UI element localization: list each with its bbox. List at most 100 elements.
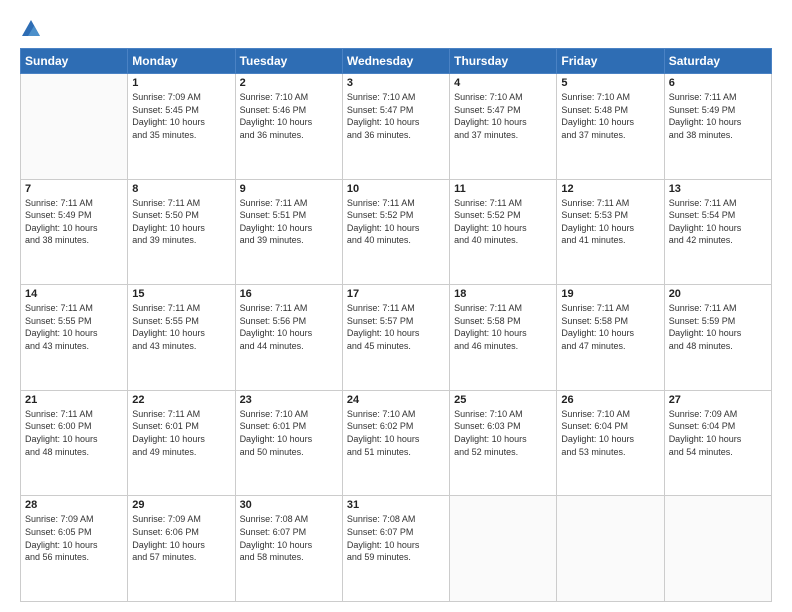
table-row: 18Sunrise: 7:11 AMSunset: 5:58 PMDayligh…: [450, 285, 557, 391]
table-row: 6 Sunrise: 7:11 AMSunset: 5:49 PMDaylight…: [664, 74, 771, 180]
day-info: Sunrise: 7:09 AMSunset: 5:45 PMDaylight:…: [132, 91, 230, 141]
table-row: [664, 496, 771, 602]
day-number: 31: [347, 499, 445, 511]
table-row: 10Sunrise: 7:11 AMSunset: 5:52 PMDayligh…: [342, 179, 449, 285]
day-info: Sunrise: 7:09 AMSunset: 6:04 PMDaylight:…: [669, 408, 767, 458]
day-number: 29: [132, 499, 230, 511]
table-row: 26 Sunrise: 7:10 AMSunset: 6:04 PMDayligh…: [557, 390, 664, 496]
calendar-table: Sunday Monday Tuesday Wednesday Thursday…: [20, 48, 772, 602]
col-wednesday: Wednesday: [342, 49, 449, 74]
table-row: 13Sunrise: 7:11 AMSunset: 5:54 PMDayligh…: [664, 179, 771, 285]
day-number: 3: [347, 77, 445, 89]
day-number: 8: [132, 183, 230, 195]
table-row: 7 Sunrise: 7:11 AMSunset: 5:49 PMDaylight…: [21, 179, 128, 285]
day-number: 17: [347, 288, 445, 300]
day-number: 24: [347, 394, 445, 406]
day-info: Sunrise: 7:11 AMSunset: 5:59 PMDaylight:…: [669, 302, 767, 352]
day-number: 12: [561, 183, 659, 195]
table-row: 22Sunrise: 7:11 AMSunset: 6:01 PMDayligh…: [128, 390, 235, 496]
table-row: 21 Sunrise: 7:11 AMSunset: 6:00 PMDayligh…: [21, 390, 128, 496]
calendar-header-row: Sunday Monday Tuesday Wednesday Thursday…: [21, 49, 772, 74]
day-info: Sunrise: 7:10 AMSunset: 6:03 PMDaylight:…: [454, 408, 552, 458]
day-number: 19: [561, 288, 659, 300]
table-row: 9 Sunrise: 7:11 AMSunset: 5:51 PMDaylight…: [235, 179, 342, 285]
table-row: 8 Sunrise: 7:11 AMSunset: 5:50 PMDaylight…: [128, 179, 235, 285]
day-info: Sunrise: 7:09 AMSunset: 6:06 PMDaylight:…: [132, 513, 230, 563]
day-number: 23: [240, 394, 338, 406]
calendar-week-row: 7 Sunrise: 7:11 AMSunset: 5:49 PMDaylight…: [21, 179, 772, 285]
col-thursday: Thursday: [450, 49, 557, 74]
day-info: Sunrise: 7:10 AMSunset: 5:47 PMDaylight:…: [454, 91, 552, 141]
day-number: 21: [25, 394, 123, 406]
calendar-week-row: 21 Sunrise: 7:11 AMSunset: 6:00 PMDayligh…: [21, 390, 772, 496]
day-info: Sunrise: 7:10 AMSunset: 5:46 PMDaylight:…: [240, 91, 338, 141]
table-row: [21, 74, 128, 180]
table-row: 23Sunrise: 7:10 AMSunset: 6:01 PMDayligh…: [235, 390, 342, 496]
day-info: Sunrise: 7:11 AMSunset: 5:55 PMDaylight:…: [25, 302, 123, 352]
calendar-week-row: 14 Sunrise: 7:11 AMSunset: 5:55 PMDayligh…: [21, 285, 772, 391]
day-number: 2: [240, 77, 338, 89]
table-row: 16Sunrise: 7:11 AMSunset: 5:56 PMDayligh…: [235, 285, 342, 391]
col-saturday: Saturday: [664, 49, 771, 74]
table-row: 27 Sunrise: 7:09 AMSunset: 6:04 PMDayligh…: [664, 390, 771, 496]
table-row: 20 Sunrise: 7:11 AMSunset: 5:59 PMDayligh…: [664, 285, 771, 391]
day-info: Sunrise: 7:08 AMSunset: 6:07 PMDaylight:…: [240, 513, 338, 563]
day-info: Sunrise: 7:11 AMSunset: 5:52 PMDaylight:…: [347, 197, 445, 247]
day-number: 26: [561, 394, 659, 406]
day-info: Sunrise: 7:10 AMSunset: 6:04 PMDaylight:…: [561, 408, 659, 458]
page: Sunday Monday Tuesday Wednesday Thursday…: [0, 0, 792, 612]
day-number: 7: [25, 183, 123, 195]
table-row: 12 Sunrise: 7:11 AMSunset: 5:53 PMDayligh…: [557, 179, 664, 285]
day-number: 1: [132, 77, 230, 89]
day-info: Sunrise: 7:11 AMSunset: 5:50 PMDaylight:…: [132, 197, 230, 247]
calendar-week-row: 1 Sunrise: 7:09 AMSunset: 5:45 PMDaylight…: [21, 74, 772, 180]
day-info: Sunrise: 7:08 AMSunset: 6:07 PMDaylight:…: [347, 513, 445, 563]
table-row: 5Sunrise: 7:10 AMSunset: 5:48 PMDaylight…: [557, 74, 664, 180]
table-row: 14 Sunrise: 7:11 AMSunset: 5:55 PMDayligh…: [21, 285, 128, 391]
table-row: 19 Sunrise: 7:11 AMSunset: 5:58 PMDayligh…: [557, 285, 664, 391]
day-info: Sunrise: 7:11 AMSunset: 5:58 PMDaylight:…: [561, 302, 659, 352]
day-info: Sunrise: 7:11 AMSunset: 5:51 PMDaylight:…: [240, 197, 338, 247]
calendar-week-row: 28Sunrise: 7:09 AMSunset: 6:05 PMDayligh…: [21, 496, 772, 602]
day-info: Sunrise: 7:10 AMSunset: 5:47 PMDaylight:…: [347, 91, 445, 141]
table-row: [450, 496, 557, 602]
table-row: 2 Sunrise: 7:10 AMSunset: 5:46 PMDaylight…: [235, 74, 342, 180]
day-info: Sunrise: 7:11 AMSunset: 5:55 PMDaylight:…: [132, 302, 230, 352]
day-info: Sunrise: 7:11 AMSunset: 5:52 PMDaylight:…: [454, 197, 552, 247]
table-row: 24 Sunrise: 7:10 AMSunset: 6:02 PMDayligh…: [342, 390, 449, 496]
day-number: 20: [669, 288, 767, 300]
table-row: 30 Sunrise: 7:08 AMSunset: 6:07 PMDayligh…: [235, 496, 342, 602]
table-row: 4 Sunrise: 7:10 AMSunset: 5:47 PMDaylight…: [450, 74, 557, 180]
day-info: Sunrise: 7:11 AMSunset: 5:49 PMDaylight:…: [25, 197, 123, 247]
table-row: 15 Sunrise: 7:11 AMSunset: 5:55 PMDayligh…: [128, 285, 235, 391]
col-tuesday: Tuesday: [235, 49, 342, 74]
day-info: Sunrise: 7:11 AMSunset: 5:58 PMDaylight:…: [454, 302, 552, 352]
col-friday: Friday: [557, 49, 664, 74]
logo-icon: [20, 18, 42, 40]
day-number: 13: [669, 183, 767, 195]
day-number: 11: [454, 183, 552, 195]
day-number: 9: [240, 183, 338, 195]
day-info: Sunrise: 7:11 AMSunset: 6:00 PMDaylight:…: [25, 408, 123, 458]
day-info: Sunrise: 7:11 AMSunset: 5:49 PMDaylight:…: [669, 91, 767, 141]
day-info: Sunrise: 7:09 AMSunset: 6:05 PMDaylight:…: [25, 513, 123, 563]
table-row: 31 Sunrise: 7:08 AMSunset: 6:07 PMDayligh…: [342, 496, 449, 602]
table-row: 25 Sunrise: 7:10 AMSunset: 6:03 PMDayligh…: [450, 390, 557, 496]
day-number: 30: [240, 499, 338, 511]
table-row: 29 Sunrise: 7:09 AMSunset: 6:06 PMDayligh…: [128, 496, 235, 602]
day-number: 25: [454, 394, 552, 406]
day-number: 6: [669, 77, 767, 89]
day-info: Sunrise: 7:11 AMSunset: 5:57 PMDaylight:…: [347, 302, 445, 352]
day-info: Sunrise: 7:10 AMSunset: 5:48 PMDaylight:…: [561, 91, 659, 141]
day-number: 22: [132, 394, 230, 406]
header: [20, 18, 772, 40]
day-number: 4: [454, 77, 552, 89]
table-row: 3 Sunrise: 7:10 AMSunset: 5:47 PMDaylight…: [342, 74, 449, 180]
day-number: 15: [132, 288, 230, 300]
day-number: 14: [25, 288, 123, 300]
day-info: Sunrise: 7:10 AMSunset: 6:02 PMDaylight:…: [347, 408, 445, 458]
col-monday: Monday: [128, 49, 235, 74]
day-info: Sunrise: 7:11 AMSunset: 5:56 PMDaylight:…: [240, 302, 338, 352]
day-info: Sunrise: 7:11 AMSunset: 5:53 PMDaylight:…: [561, 197, 659, 247]
day-number: 27: [669, 394, 767, 406]
